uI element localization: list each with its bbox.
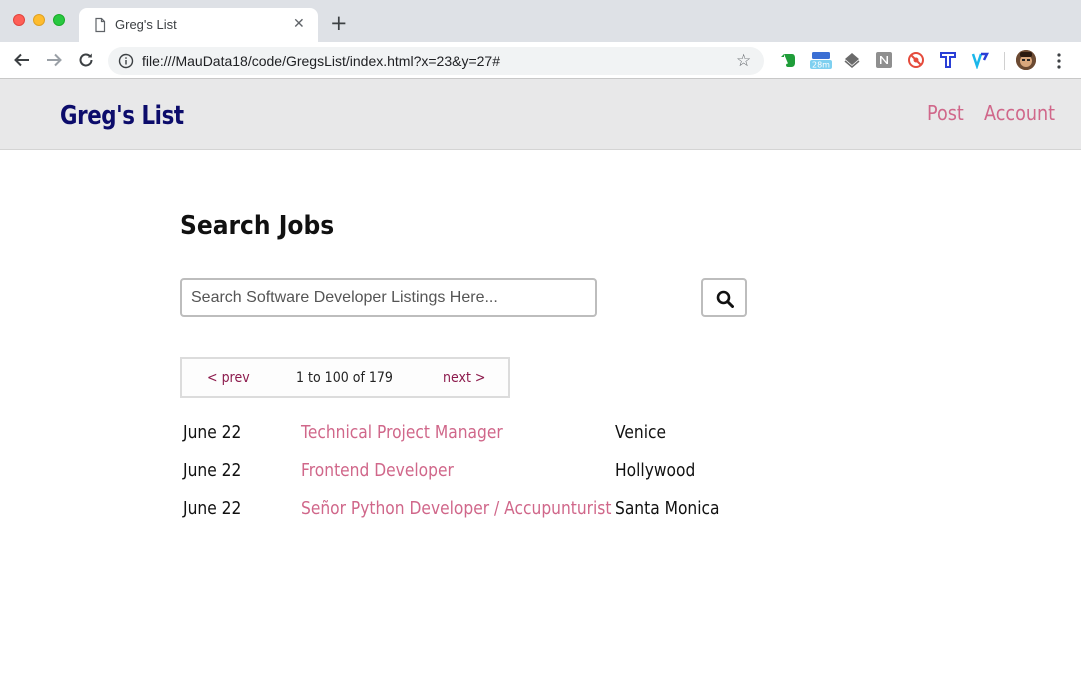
nav-post-link[interactable]: Post	[927, 101, 964, 125]
listing-date: June 22	[183, 422, 242, 443]
pagination: < prev 1 to 100 of 179 next >	[180, 357, 510, 398]
listing-date: June 22	[183, 460, 242, 481]
reload-icon[interactable]	[76, 50, 96, 70]
listing-row: June 22 Technical Project Manager Venice	[183, 422, 743, 452]
listing-location: Hollywood	[615, 460, 696, 481]
search-icon	[716, 290, 734, 308]
profile-avatar[interactable]	[1016, 50, 1036, 70]
browser-tab-strip: Greg's List ✕ +	[0, 0, 1081, 42]
back-icon[interactable]	[12, 50, 32, 70]
typewise-icon[interactable]	[939, 51, 957, 69]
listing-title-link[interactable]: Technical Project Manager	[301, 422, 503, 443]
close-tab-icon[interactable]: ✕	[293, 16, 305, 32]
result-count: 1 to 100 of 179	[296, 370, 393, 386]
layers-icon[interactable]	[843, 51, 861, 69]
forward-icon[interactable]	[44, 50, 64, 70]
page-icon	[95, 17, 106, 33]
nav-account-link[interactable]: Account	[984, 101, 1055, 125]
listing-title-link[interactable]: Frontend Developer	[301, 460, 454, 481]
browser-tab[interactable]: Greg's List ✕	[79, 8, 318, 42]
listing-location: Santa Monica	[615, 498, 720, 519]
search-button[interactable]	[701, 278, 747, 317]
new-tab-button[interactable]: +	[330, 11, 348, 35]
minimize-window-button[interactable]	[33, 14, 45, 26]
page-title: Search Jobs	[180, 211, 335, 241]
close-window-button[interactable]	[13, 14, 25, 26]
notion-icon[interactable]	[875, 51, 893, 69]
info-icon[interactable]	[118, 53, 134, 69]
url-text[interactable]: file:///MauData18/code/GregsList/index.h…	[142, 53, 500, 69]
extension-badge-text: 28m	[812, 61, 830, 70]
listing-date: June 22	[183, 498, 242, 519]
vimeo-icon[interactable]	[971, 51, 989, 69]
site-header: Greg's List Post Account	[0, 79, 1081, 150]
menu-kebab-icon[interactable]	[1053, 51, 1065, 71]
calendar-icon: 28m	[810, 52, 832, 70]
site-logo[interactable]: Greg's List	[60, 101, 184, 131]
maximize-window-button[interactable]	[53, 14, 65, 26]
next-page-link[interactable]: next >	[443, 370, 485, 386]
listing-row: June 22 Señor Python Developer / Accupun…	[183, 498, 743, 528]
address-bar[interactable]: file:///MauData18/code/GregsList/index.h…	[108, 47, 764, 75]
blocker-icon[interactable]	[907, 51, 925, 69]
tab-title: Greg's List	[115, 17, 177, 32]
listing-row: June 22 Frontend Developer Hollywood	[183, 460, 743, 490]
browser-toolbar: file:///MauData18/code/GregsList/index.h…	[0, 42, 1081, 79]
listing-title-link[interactable]: Señor Python Developer / Accupunturist	[301, 498, 611, 519]
avatar-face-icon	[1016, 50, 1036, 70]
search-input[interactable]	[180, 278, 597, 317]
toolbar-separator	[1004, 52, 1005, 70]
bookmark-star-icon[interactable]: ☆	[736, 51, 751, 71]
prev-page-link[interactable]: < prev	[207, 370, 250, 386]
evernote-icon[interactable]	[779, 51, 797, 69]
calendar-badge-icon[interactable]: 28m	[810, 51, 832, 70]
listing-location: Venice	[615, 422, 667, 443]
